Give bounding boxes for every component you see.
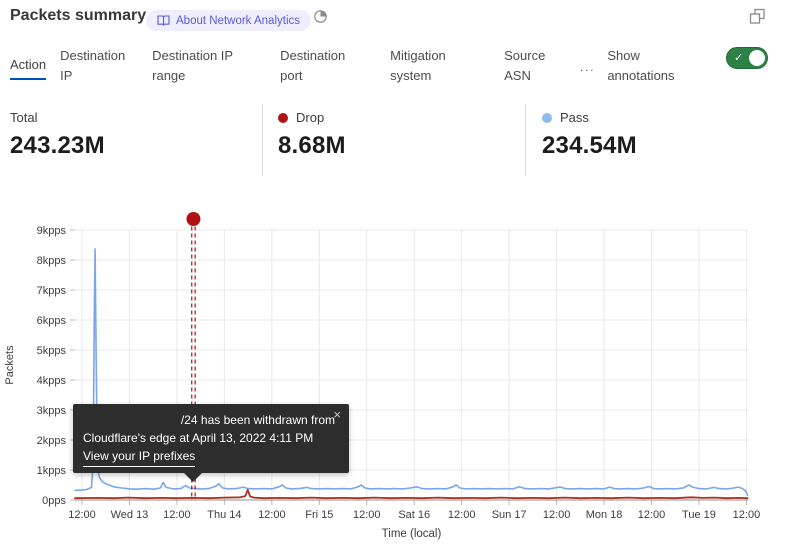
x-tick-label: Sat 16 (398, 509, 430, 521)
stat-drop-value: 8.68M (278, 132, 346, 160)
pie-usage-icon[interactable] (313, 9, 328, 24)
y-tick-label: 1kpps (37, 465, 67, 477)
show-annotations-label: Show annotations (607, 46, 689, 86)
show-annotations-toggle[interactable]: ✓ (726, 47, 768, 69)
book-icon (157, 15, 170, 26)
close-icon[interactable]: × (333, 406, 341, 424)
stat-divider (525, 104, 526, 176)
annotation-dot[interactable] (186, 212, 200, 226)
drop-line (75, 490, 748, 498)
stat-pass: Pass 234.54M (542, 110, 637, 160)
x-tick-label: Sun 17 (492, 509, 527, 521)
stat-total-value: 243.23M (10, 132, 105, 160)
x-tick-label: Thu 14 (207, 509, 241, 521)
packets-time-series-chart: 9kpps 8kpps 7kpps 6kpps 5kpps 4kpps 3kpps 2kpps… (0, 200, 785, 555)
x-tick-label: Mon 18 (586, 509, 623, 521)
y-tick-label: 9kpps (37, 225, 67, 237)
x-tick-label: 12:00 (448, 509, 476, 521)
x-tick-label: 12:00 (733, 509, 761, 521)
y-tick-label: 4kpps (37, 375, 67, 387)
x-tick-label: 12:00 (638, 509, 666, 521)
tooltip-line1: /24 has been withdrawn from (83, 411, 337, 429)
y-tick-label: 7kpps (37, 285, 67, 297)
view-ip-prefixes-link[interactable]: View your IP prefixes (83, 447, 195, 467)
stat-pass-value: 234.54M (542, 132, 637, 160)
x-tick-label: Fri 15 (305, 509, 333, 521)
x-tick-label: 12:00 (353, 509, 381, 521)
pass-dot (542, 113, 552, 123)
stat-divider (262, 104, 263, 176)
y-tick-label: 3kpps (37, 405, 67, 417)
y-tick-label: 5kpps (37, 345, 67, 357)
stat-drop: Drop 8.68M (278, 110, 346, 160)
tooltip-line2: Cloudflare's edge at April 13, 2022 4:11… (83, 429, 337, 447)
tab-mitigation-system[interactable]: Mitigation system (390, 46, 456, 86)
y-axis-title: Packets (4, 345, 16, 385)
y-tick-label: 6kpps (37, 315, 67, 327)
filter-tabs: Action Destination IP Destination IP ran… (10, 46, 689, 86)
stat-pass-label: Pass (560, 110, 589, 125)
tooltip-arrow (184, 473, 202, 482)
x-tick-label: Tue 19 (682, 509, 716, 521)
expand-icon[interactable] (749, 8, 766, 25)
check-icon: ✓ (734, 51, 743, 65)
about-network-analytics-badge[interactable]: About Network Analytics (146, 10, 311, 31)
x-tick-label: 12:00 (163, 509, 191, 521)
x-tick-label: 12:00 (258, 509, 286, 521)
badge-label: About Network Analytics (176, 15, 300, 27)
page-title: Packets summary (10, 7, 146, 25)
x-tick-label: 12:00 (68, 509, 96, 521)
drop-dot (278, 113, 288, 123)
y-tick-label: 8kpps (37, 255, 67, 267)
tab-action[interactable]: Action (10, 55, 46, 80)
y-tick-label: 0pps (42, 495, 66, 507)
y-tick-label: 2kpps (37, 435, 67, 447)
stat-total-label: Total (10, 110, 37, 125)
tabs-overflow-icon[interactable]: ... (580, 62, 595, 74)
x-axis-title: Time (local) (382, 528, 442, 540)
tab-destination-ip-range[interactable]: Destination IP range (152, 46, 248, 86)
x-tick-label: Wed 13 (111, 509, 149, 521)
toggle-knob (749, 50, 765, 66)
tab-destination-ip[interactable]: Destination IP (60, 46, 134, 86)
stat-drop-label: Drop (296, 110, 324, 125)
stat-total: Total 243.23M (10, 110, 105, 160)
tab-source-asn[interactable]: Source ASN (504, 46, 552, 86)
tab-destination-port[interactable]: Destination port (280, 46, 354, 86)
x-tick-label: 12:00 (543, 509, 571, 521)
annotation-tooltip: × /24 has been withdrawn from Cloudflare… (73, 404, 349, 473)
